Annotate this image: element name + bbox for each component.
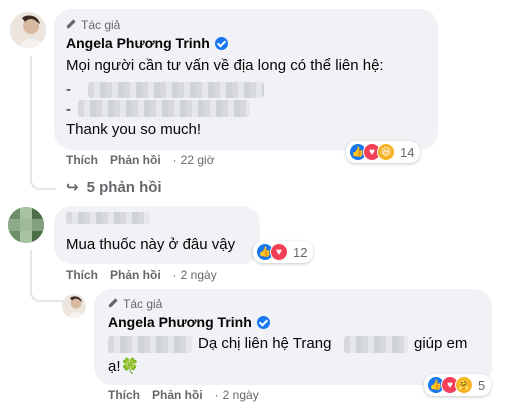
author-badge: Tác giả (108, 297, 162, 311)
timestamp[interactable]: 2 ngày (181, 268, 217, 282)
comment-actions: Thích Phản hồi · 22 giờ (66, 153, 215, 167)
love-reaction-icon: ♥ (270, 243, 288, 261)
redacted-text (88, 82, 264, 98)
redacted-author-name (66, 212, 150, 224)
redacted-mention (108, 336, 192, 353)
verified-badge-icon (214, 36, 228, 50)
avatar-photo (62, 294, 86, 318)
thread-connector (30, 166, 56, 190)
dot-separator: · (214, 388, 219, 402)
redacted-text (78, 100, 250, 117)
reaction-count: 14 (400, 144, 415, 160)
avatar-photo (8, 207, 44, 243)
thread-line (30, 56, 32, 166)
like-button[interactable]: Thích (66, 268, 98, 282)
comment-text-dash: - (66, 101, 71, 118)
reaction-summary[interactable]: 👍 ♥ 🤗 5 (424, 374, 492, 396)
replies-count-label[interactable]: 5 phản hồi (87, 179, 162, 196)
like-button[interactable]: Thích (66, 153, 98, 167)
reply-button[interactable]: Phản hồi (152, 388, 203, 402)
like-button[interactable]: Thích (108, 388, 140, 402)
care-reaction-icon: 🤗 (455, 376, 473, 394)
avatar[interactable] (62, 294, 86, 318)
author-tag-label: Tác giả (123, 297, 163, 311)
comment-text: Dạ chị liên hệ Trang (198, 335, 332, 352)
timestamp[interactable]: 22 giờ (181, 153, 215, 167)
redacted-text (344, 336, 408, 353)
reaction-count: 12 (293, 244, 308, 260)
comment-text: giúp em (414, 335, 468, 352)
timestamp[interactable]: 2 ngày (223, 388, 259, 402)
dot-separator: · (172, 268, 177, 282)
haha-reaction-icon: 😆 (377, 143, 395, 161)
author-name-text[interactable]: Angela Phương Trinh (66, 35, 210, 51)
comment-text: Mọi người cần tư vấn về địa long có thể … (66, 57, 384, 74)
comment-text: Mua thuốc này ở đâu vậy (66, 236, 236, 253)
comment-text: ạ!🍀 (108, 358, 140, 375)
comment-text: Thank you so much! (66, 121, 202, 138)
avatar-photo (10, 12, 46, 48)
pencil-icon (108, 297, 119, 311)
author-badge: Tác giả (66, 18, 120, 32)
view-replies-link[interactable]: ↪ 5 phản hồi (66, 178, 162, 197)
reaction-summary[interactable]: 👍 ♥ 😆 14 (346, 141, 421, 163)
author-name[interactable]: Angela Phương Trinh (66, 35, 228, 51)
pencil-icon (66, 18, 77, 32)
avatar[interactable] (8, 207, 44, 243)
thread-connector (30, 280, 66, 302)
dot-separator: · (172, 153, 177, 167)
author-tag-label: Tác giả (81, 18, 121, 32)
reply-button[interactable]: Phản hồi (110, 153, 161, 167)
comment-actions: Thích Phản hồi · 2 ngày (66, 268, 217, 282)
reaction-summary[interactable]: 👍 ♥ 12 (253, 241, 314, 263)
author-name-text[interactable]: Angela Phương Trinh (108, 314, 252, 330)
avatar[interactable] (10, 12, 46, 48)
reaction-count: 5 (478, 377, 486, 393)
author-name[interactable]: Angela Phương Trinh (108, 314, 270, 330)
reply-button[interactable]: Phản hồi (110, 268, 161, 282)
reply-arrow-icon: ↪ (66, 179, 79, 196)
verified-badge-icon (256, 315, 270, 329)
comment-text-dash: - (66, 81, 71, 98)
comment-actions: Thích Phản hồi · 2 ngày (108, 388, 259, 402)
